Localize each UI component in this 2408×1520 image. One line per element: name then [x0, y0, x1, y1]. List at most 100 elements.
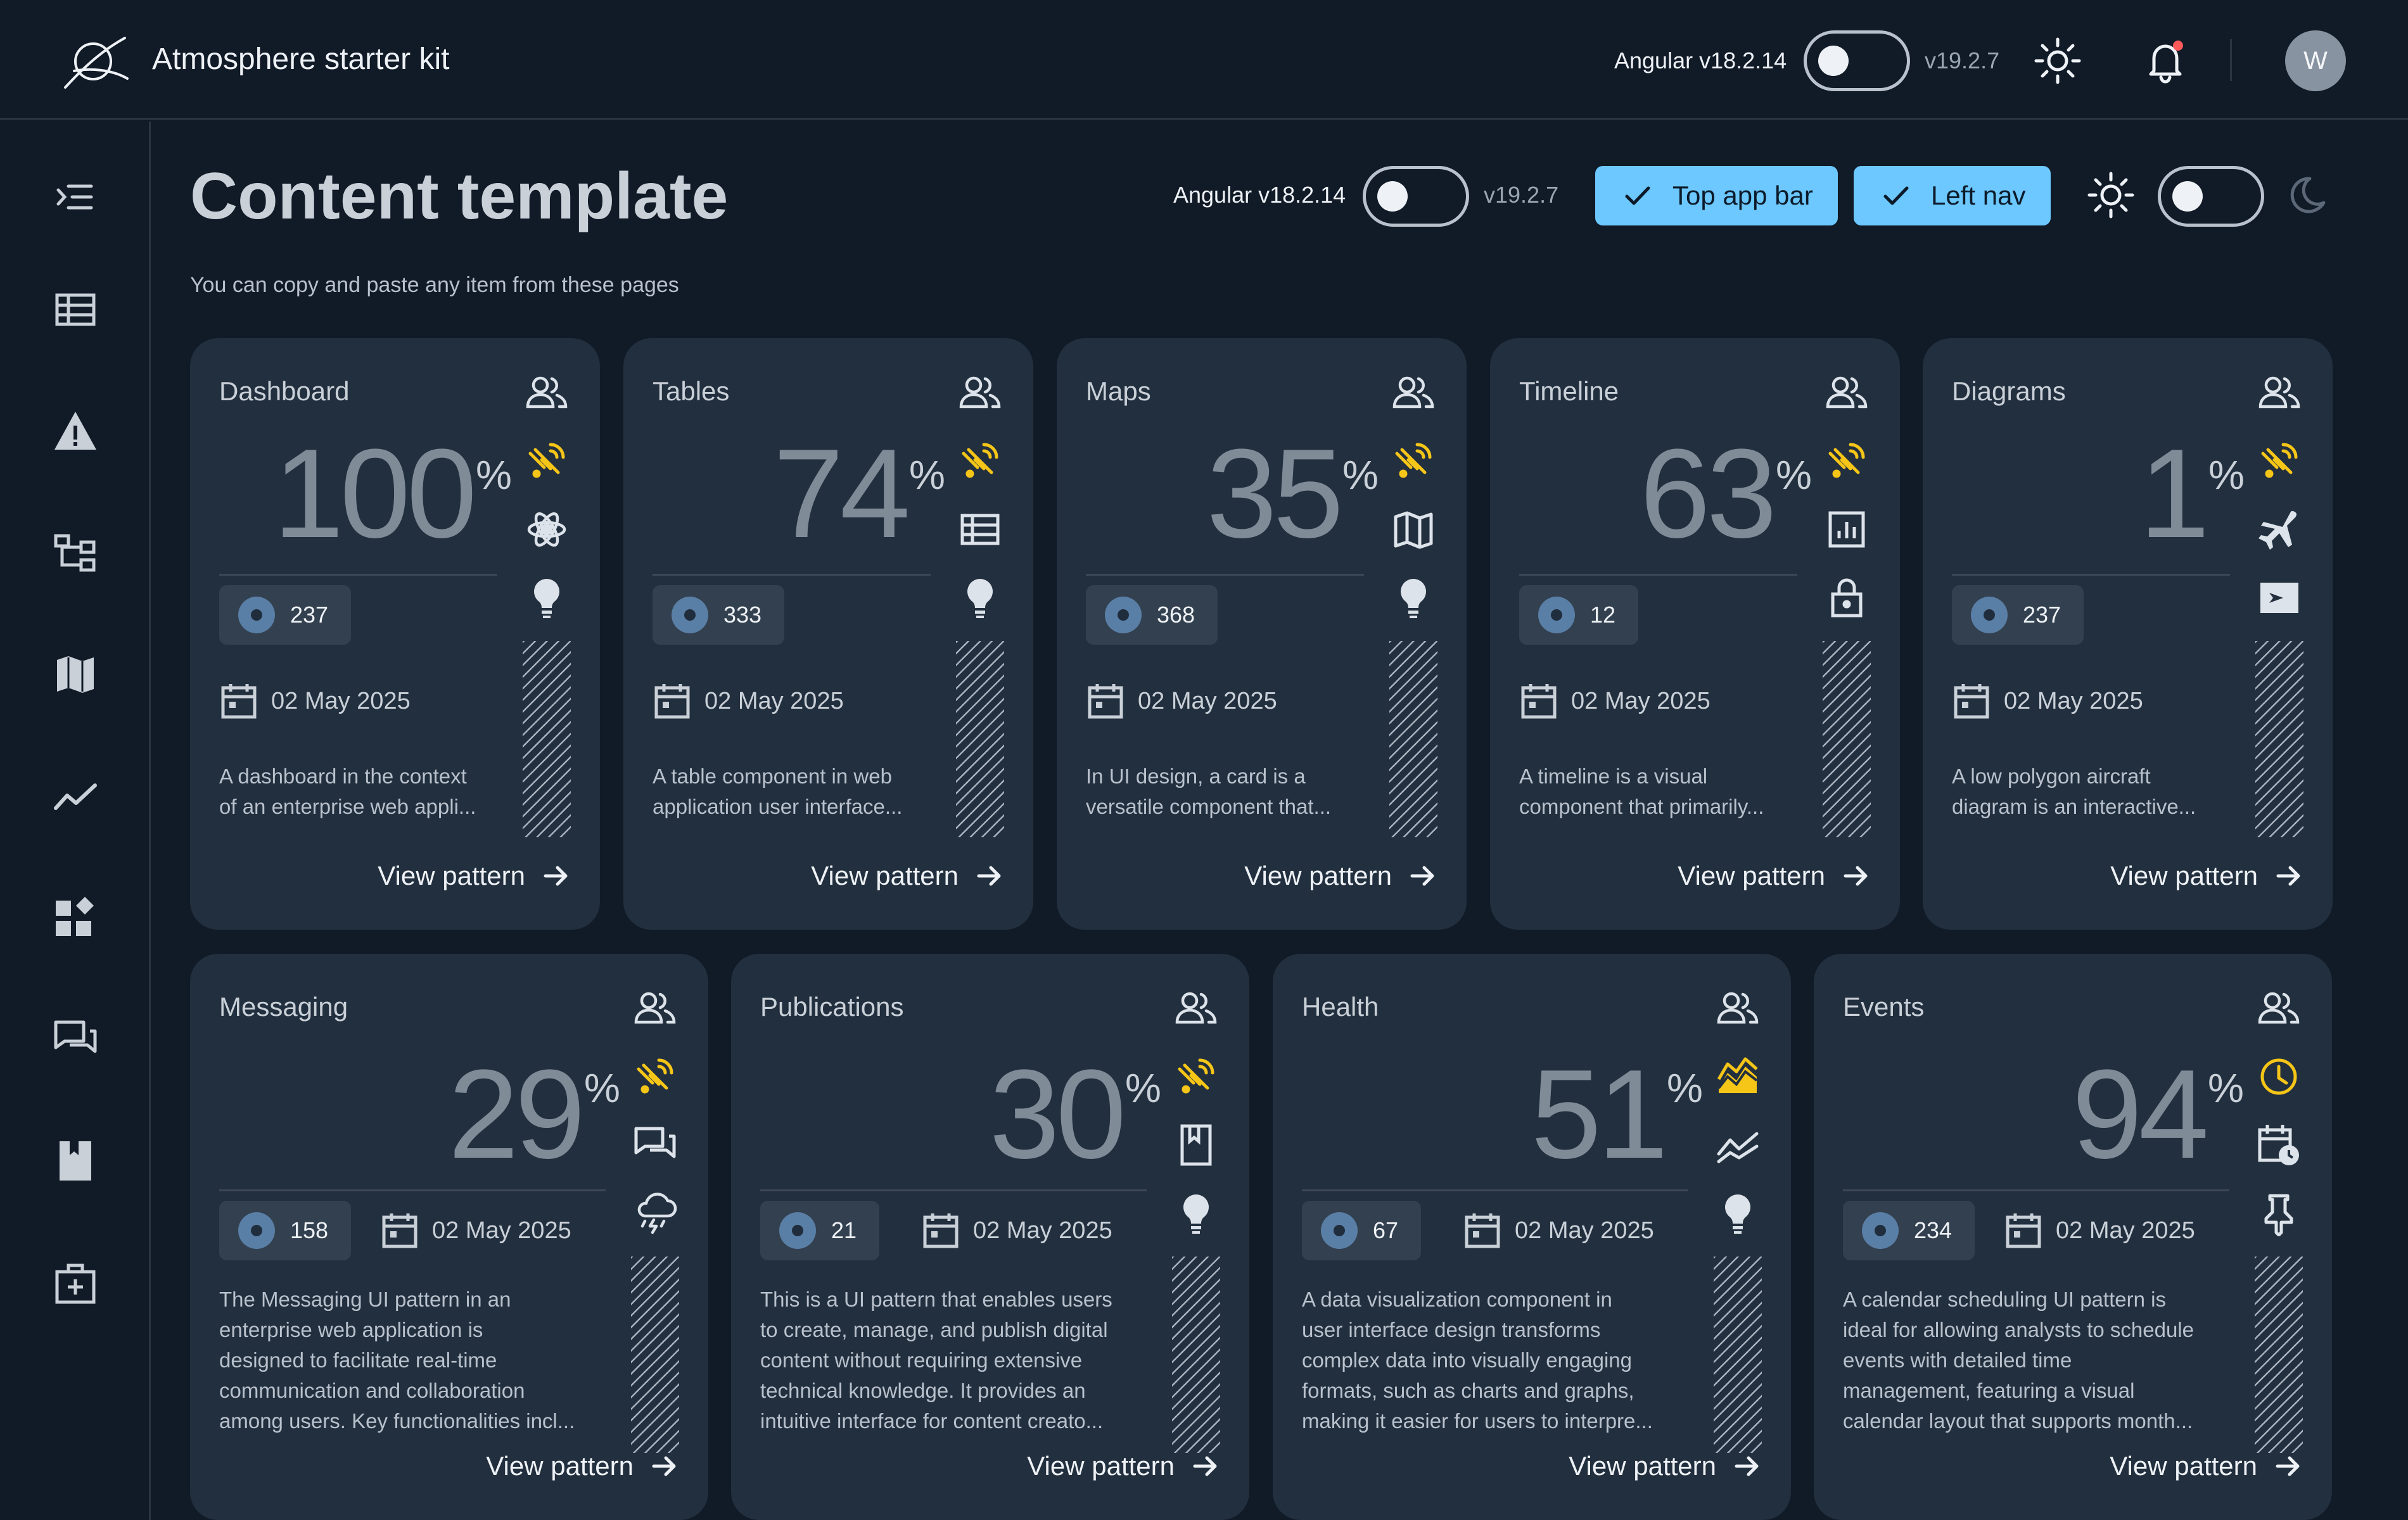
dark-mode-moon-icon[interactable]	[2284, 172, 2333, 220]
card-description-line: among users. Key functionalities incl...	[219, 1409, 575, 1433]
pattern-card-events[interactable]: Events 94 % 234 02 May 2025 A calendar s…	[1814, 954, 2332, 1520]
card-description-line: A calendar scheduling UI pattern is	[1843, 1288, 2166, 1311]
book-icon	[1173, 1122, 1219, 1168]
pattern-card-dashboard[interactable]: Dashboard 100 % 237 02 May 2025 A dashbo…	[190, 338, 600, 930]
card-description: A calendar scheduling UI pattern is ideal…	[1843, 1284, 2229, 1436]
view-pattern-link[interactable]: View pattern	[486, 1450, 680, 1482]
status-dot-icon	[672, 597, 708, 633]
card-divider	[219, 1189, 606, 1191]
group-icon	[1173, 985, 1219, 1031]
arrow-right-icon	[2276, 1456, 2300, 1476]
view-pattern-link[interactable]: View pattern	[1678, 860, 1872, 892]
card-title: Timeline	[1519, 376, 1619, 406]
version-toggle[interactable]	[1804, 30, 1910, 91]
view-pattern-link[interactable]: View pattern	[1027, 1450, 1221, 1482]
card-date: 02 May 2025	[653, 681, 844, 721]
card-date-text: 02 May 2025	[2004, 687, 2143, 714]
pattern-card-maps[interactable]: Maps 35 % 368 02 May 2025 In UI design, …	[1057, 338, 1467, 930]
nav-table-icon[interactable]	[51, 285, 100, 334]
map-icon	[1391, 507, 1436, 552]
atom-icon	[524, 507, 570, 552]
left-nav-checkbox-button[interactable]: Left nav	[1854, 166, 2051, 225]
card-date-text: 02 May 2025	[1138, 687, 1277, 714]
pattern-card-tables[interactable]: Tables 74 % 333 02 May 2025 A table comp…	[623, 338, 1033, 930]
pattern-card-messaging[interactable]: Messaging 29 % 158 02 May 2025 The Messa…	[190, 954, 708, 1520]
user-avatar[interactable]: W	[2285, 30, 2346, 91]
status-dot-icon	[1971, 597, 2008, 633]
nav-widgets-icon[interactable]	[51, 893, 100, 942]
card-count-badge: 237	[1952, 585, 2084, 645]
satellite-icon	[1173, 1054, 1219, 1099]
card-description-line: complex data into visually engaging	[1302, 1348, 1632, 1372]
card-hatch-decoration	[1823, 641, 1871, 837]
satellite-icon	[524, 438, 570, 484]
view-pattern-link[interactable]: View pattern	[2110, 860, 2305, 892]
percent-sign: %	[1125, 1065, 1161, 1111]
card-divider	[1952, 574, 2230, 576]
nav-trend-icon[interactable]	[51, 771, 100, 821]
top-app-bar-label: Top app bar	[1672, 180, 1813, 210]
dark-mode-toggle[interactable]	[2158, 166, 2264, 227]
card-description-line: component that primarily...	[1519, 795, 1764, 818]
top-app-bar-checkbox-button[interactable]: Top app bar	[1595, 166, 1838, 225]
card-description-line: The Messaging UI pattern in an	[219, 1288, 511, 1311]
light-mode-sun-icon[interactable]	[2086, 170, 2136, 220]
view-pattern-label: View pattern	[2110, 1451, 2257, 1481]
view-pattern-label: View pattern	[811, 861, 959, 890]
view-pattern-link[interactable]: View pattern	[1569, 1450, 1763, 1482]
pattern-card-health[interactable]: Health 51 % 67 02 May 2025 A data visual…	[1273, 954, 1791, 1520]
card-hatch-decoration	[631, 1257, 679, 1453]
status-dot-icon	[1321, 1212, 1358, 1249]
content-version-toggle[interactable]	[1363, 166, 1469, 227]
card-date-text: 02 May 2025	[432, 1217, 571, 1244]
card-description-line: management, featuring a visual	[1843, 1379, 2135, 1402]
card-title: Maps	[1086, 376, 1151, 406]
card-description-line: content without requiring extensive	[760, 1348, 1083, 1372]
view-pattern-link[interactable]: View pattern	[378, 860, 572, 892]
lightbulb-icon	[524, 575, 570, 621]
view-pattern-link[interactable]: View pattern	[2110, 1450, 2304, 1482]
card-description: A dashboard in the context of an enterpri…	[219, 761, 497, 822]
calendar-icon	[221, 684, 257, 719]
card-description: In UI design, a card is a versatile compo…	[1086, 761, 1364, 822]
card-date: 02 May 2025	[1519, 681, 1710, 721]
pattern-card-publications[interactable]: Publications 30 % 21 02 May 2025 This is…	[731, 954, 1249, 1520]
pin-icon	[2256, 1191, 2302, 1236]
nav-bookmark-icon[interactable]	[51, 1136, 100, 1186]
storm-icon	[632, 1191, 678, 1236]
view-pattern-link[interactable]: View pattern	[1244, 860, 1439, 892]
view-pattern-link[interactable]: View pattern	[811, 860, 1005, 892]
arrow-right-icon	[1844, 866, 1868, 886]
lightbulb-icon	[957, 575, 1003, 621]
card-divider	[653, 574, 931, 576]
menu-open-icon[interactable]	[51, 172, 100, 222]
card-count-badge: 237	[219, 585, 352, 645]
group-icon	[632, 985, 678, 1031]
pattern-card-timeline[interactable]: Timeline 63 % 12 02 May 2025 A timeline …	[1490, 338, 1900, 930]
card-divider	[1086, 574, 1364, 576]
card-date-text: 02 May 2025	[704, 687, 844, 714]
trend-icon	[1715, 1122, 1761, 1168]
clock-icon	[2256, 1054, 2302, 1099]
arrow-right-icon	[977, 866, 1001, 886]
nav-medical-kit-icon[interactable]	[51, 1259, 100, 1308]
card-percent-value: 35	[1206, 423, 1344, 564]
left-nav-label: Left nav	[1931, 180, 2026, 210]
card-count-badge: 12	[1519, 585, 1639, 645]
card-description: A table component in web application user…	[653, 761, 931, 822]
pattern-card-diagrams[interactable]: Diagrams 1 % 237 02 May 2025 A low polyg…	[1923, 338, 2333, 930]
nav-warning-icon[interactable]	[51, 407, 100, 456]
card-description-line: A dashboard in the context	[219, 764, 467, 788]
theme-sun-icon[interactable]	[2032, 35, 2083, 86]
status-dot-icon	[1105, 597, 1142, 633]
nav-forum-icon[interactable]	[51, 1015, 100, 1064]
brand-logo-icon[interactable]	[61, 33, 131, 90]
nav-map-icon[interactable]	[51, 650, 100, 699]
app-title: Atmosphere starter kit	[152, 42, 450, 76]
arrow-right-icon	[544, 866, 568, 886]
card-date-text: 02 May 2025	[271, 687, 411, 714]
nav-hierarchy-icon[interactable]	[51, 528, 100, 578]
card-count: 234	[1914, 1217, 1953, 1243]
group-icon	[1391, 370, 1436, 415]
notifications-bell-icon[interactable]	[2140, 35, 2191, 86]
